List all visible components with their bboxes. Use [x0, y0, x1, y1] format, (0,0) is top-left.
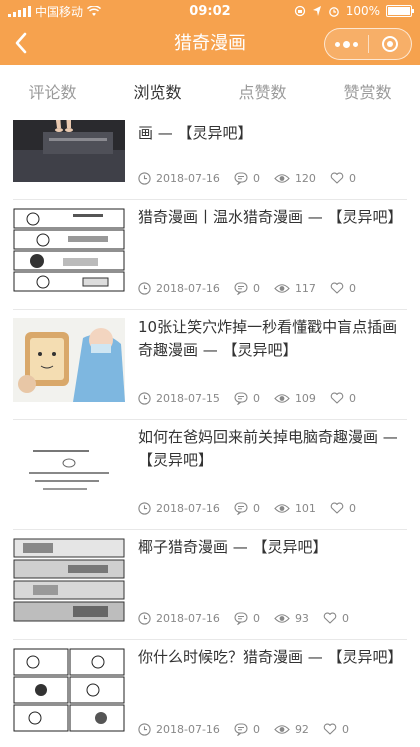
comment-count: 0: [252, 281, 260, 295]
status-bar: 中国移动 09:02 100%: [0, 0, 420, 22]
eye-icon: [274, 613, 290, 624]
like-count: 0: [348, 281, 356, 295]
heart-icon[interactable]: [330, 392, 344, 404]
article-meta: 2018-07-16 0 120 0: [138, 170, 370, 186]
article-thumbnail: [13, 538, 125, 622]
like-count: 0: [348, 171, 356, 185]
eye-icon: [274, 173, 290, 184]
article-item[interactable]: 猎奇漫画丨温水猎奇漫画 — 【灵异吧】 2018-07-16 0 117 0: [13, 200, 407, 310]
article-thumbnail: [13, 648, 125, 732]
article-item[interactable]: 10张让笑穴炸掉一秒看懂戳中盲点插画奇趣漫画 — 【灵异吧】 2018-07-1…: [13, 310, 407, 420]
heart-icon[interactable]: [323, 723, 337, 735]
sort-tabs: 评论数 浏览数 点赞数 赞赏数: [0, 65, 420, 120]
clock-icon: [138, 391, 151, 405]
heart-icon[interactable]: [330, 282, 344, 294]
article-date: 2018-07-16: [156, 611, 220, 625]
comment-icon: [234, 391, 248, 405]
article-list: 画 — 【灵异吧】 2018-07-16 0 120 0 猎奇漫画丨温水猎奇漫画…: [0, 120, 420, 747]
eye-icon: [274, 503, 290, 514]
article-date: 2018-07-16: [156, 281, 220, 295]
eye-icon: [274, 393, 290, 404]
view-count: 120: [294, 171, 316, 185]
view-count: 117: [294, 281, 316, 295]
heart-icon[interactable]: [330, 172, 344, 184]
close-miniprogram-button[interactable]: [369, 36, 411, 52]
article-title: 如何在爸妈回来前关掉电脑奇趣漫画 — 【灵异吧】: [138, 428, 398, 469]
comment-count: 0: [252, 722, 260, 736]
comment-icon: [234, 722, 248, 736]
alarm-icon: [328, 7, 339, 17]
eye-icon: [274, 724, 290, 735]
like-count: 0: [341, 611, 349, 625]
article-meta: 2018-07-16 0 93 0: [138, 610, 363, 626]
article-meta: 2018-07-15 0 109 0: [138, 390, 370, 406]
heart-icon[interactable]: [323, 612, 337, 624]
article-item[interactable]: 如何在爸妈回来前关掉电脑奇趣漫画 — 【灵异吧】 2018-07-16 0 10…: [13, 420, 407, 530]
article-item[interactable]: 椰子猎奇漫画 — 【灵异吧】 2018-07-16 0 93 0: [13, 530, 407, 640]
article-thumbnail: [13, 428, 125, 512]
comment-icon: [234, 611, 248, 625]
view-count: 92: [294, 722, 309, 736]
article-item[interactable]: 画 — 【灵异吧】 2018-07-16 0 120 0: [13, 120, 407, 200]
tab-views[interactable]: 浏览数: [105, 65, 210, 120]
comment-icon: [234, 281, 248, 295]
comment-icon: [234, 501, 248, 515]
like-count: 0: [348, 391, 356, 405]
view-count: 109: [294, 391, 316, 405]
like-count: 0: [341, 722, 349, 736]
eye-icon: [274, 283, 290, 294]
tab-rewards[interactable]: 赞赏数: [315, 65, 420, 120]
article-thumbnail: [13, 318, 125, 402]
comment-icon: [234, 171, 248, 185]
clock-icon: [138, 281, 151, 295]
more-button[interactable]: [325, 40, 368, 48]
article-title: 猎奇漫画丨温水猎奇漫画 — 【灵异吧】: [138, 208, 403, 226]
comment-count: 0: [252, 391, 260, 405]
article-meta: 2018-07-16 0 92 0: [138, 721, 363, 737]
comment-count: 0: [252, 501, 260, 515]
heart-icon[interactable]: [330, 502, 344, 514]
view-count: 93: [294, 611, 309, 625]
comment-count: 0: [252, 611, 260, 625]
target-icon: [382, 36, 398, 52]
clock-icon: [138, 171, 151, 185]
comment-count: 0: [252, 171, 260, 185]
clock-icon: [138, 611, 151, 625]
battery-percent: 100%: [345, 4, 380, 18]
tab-likes[interactable]: 点赞数: [210, 65, 315, 120]
battery-icon: [386, 5, 414, 17]
rotation-lock-icon: [294, 5, 305, 17]
article-title: 椰子猎奇漫画 — 【灵异吧】: [138, 538, 328, 556]
clock-icon: [138, 722, 151, 736]
like-count: 0: [348, 501, 356, 515]
article-title: 你什么时候吃？猎奇漫画 — 【灵异吧】: [138, 648, 403, 666]
clock-icon: [138, 501, 151, 515]
article-date: 2018-07-16: [156, 722, 220, 736]
article-date: 2018-07-15: [156, 391, 220, 405]
navigation-bar: 猎奇漫画: [0, 22, 420, 65]
article-meta: 2018-07-16 0 117 0: [138, 280, 370, 296]
article-item[interactable]: 你什么时候吃？猎奇漫画 — 【灵异吧】 2018-07-16 0 92 0: [13, 640, 407, 747]
article-date: 2018-07-16: [156, 171, 220, 185]
article-meta: 2018-07-16 0 101 0: [138, 500, 370, 516]
view-count: 101: [294, 501, 316, 515]
article-title: 10张让笑穴炸掉一秒看懂戳中盲点插画奇趣漫画 — 【灵异吧】: [138, 318, 398, 359]
article-title: 画 — 【灵异吧】: [138, 124, 253, 142]
article-date: 2018-07-16: [156, 501, 220, 515]
article-thumbnail: [13, 208, 125, 292]
tab-comments[interactable]: 评论数: [0, 65, 105, 120]
location-icon: [312, 6, 321, 16]
article-thumbnail: [13, 120, 125, 182]
miniprogram-capsule: [324, 28, 412, 60]
